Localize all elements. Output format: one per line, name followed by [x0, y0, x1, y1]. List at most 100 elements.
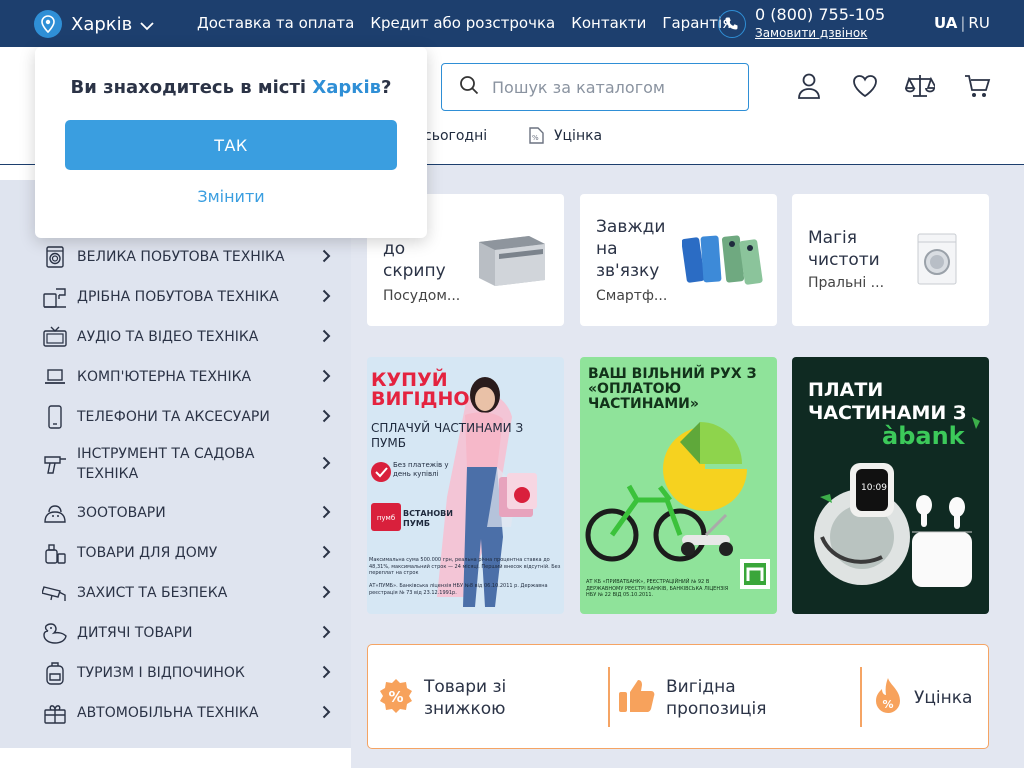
phone-number[interactable]: 0 (800) 755-105	[755, 5, 885, 24]
svg-text:%: %	[388, 688, 403, 706]
category-label: ТОВАРИ ДЛЯ ДОМУ	[77, 545, 218, 561]
category-label: АВТОМОБІЛЬНА ТЕХНІКА	[77, 705, 259, 721]
promo-markdown[interactable]: % Уцінка	[872, 645, 972, 750]
category-label: ЗАХИСТ ТА БЕЗПЕКА	[77, 585, 228, 601]
banner-pumb-sub: СПЛАЧУЙ ЧАСТИНАМИ З ПУМБ	[371, 421, 524, 450]
city-selector[interactable]: Харків	[34, 10, 154, 38]
phone-icon[interactable]	[718, 10, 746, 38]
category-item-security[interactable]: ЗАХИСТ ТА БЕЗПЕКА	[42, 580, 342, 606]
banner-privat-headline: ВАШ ВІЛЬНИЙ РУХ З «ОПЛАТОЮ ЧАСТИНАМИ»	[588, 366, 757, 412]
category-label: КОМП'ЮТЕРНА ТЕХНІКА	[77, 369, 252, 385]
chevron-right-icon	[322, 248, 331, 267]
location-pin-icon	[34, 10, 62, 38]
promo-label: Товари зі знижкою	[424, 676, 507, 719]
heart-icon[interactable]	[851, 72, 879, 104]
banner-pumb[interactable]: КУПУЙ ВИГІДНО СПЛАЧУЙ ЧАСТИНАМИ З ПУМБ Б…	[367, 357, 564, 614]
banner-pumb-fine2: АТ«ПУМБ». Банківська ліцензія НБУ №8 від…	[369, 583, 548, 596]
question-city: Харків	[312, 77, 382, 98]
banner-abank[interactable]: ПЛАТИ ЧАСТИНАМИ З àbank 10:09	[792, 357, 989, 614]
promo-best-offer[interactable]: Вигідна пропозиція	[618, 645, 796, 750]
drill-icon	[42, 451, 68, 477]
category-item-tourism[interactable]: ТУРИЗМ І ВІДПОЧИНОК	[42, 660, 342, 686]
watch-time: 10:09	[861, 483, 887, 493]
card-title: Магія чистоти	[808, 228, 880, 270]
chevron-right-icon	[322, 455, 331, 474]
promo-label: Уцінка	[914, 687, 973, 708]
lang-separator: |	[960, 14, 966, 32]
callback-link[interactable]: Замовити дзвінок	[755, 26, 867, 40]
nav-delivery[interactable]: Доставка та оплата	[197, 14, 354, 32]
promo-divider	[608, 667, 610, 727]
promo-card-smartphones[interactable]: Завжди на зв'язку Смартф...	[580, 194, 777, 326]
tv-icon	[42, 324, 68, 350]
banner-pumb-cta: ВСТАНОВИ ПУМБ	[403, 509, 453, 528]
category-item-large-appliances[interactable]: ВЕЛИКА ПОБУТОВА ТЕХНІКА	[42, 244, 342, 270]
nav-credit[interactable]: Кредит або розстрочка	[370, 14, 555, 32]
home-goods-icon	[42, 540, 68, 566]
banner-abank-headline: ПЛАТИ ЧАСТИНАМИ З	[808, 379, 967, 424]
category-label: АУДІО ТА ВІДЕО ТЕХНІКА	[77, 329, 259, 345]
svg-text:%: %	[532, 134, 539, 142]
car-icon	[42, 700, 68, 726]
svg-text:%: %	[882, 698, 893, 711]
washing-machine-image	[917, 233, 957, 285]
chevron-right-icon	[322, 544, 331, 563]
card-subtitle: Пральні ...	[808, 275, 885, 291]
search-box[interactable]	[441, 63, 749, 111]
language-switcher: UA | RU	[934, 14, 990, 32]
scales-icon[interactable]	[904, 72, 938, 104]
banner-pumb-badge: Без платежів у день купівлі	[393, 461, 449, 478]
search-input[interactable]	[492, 77, 742, 97]
cart-icon[interactable]	[963, 72, 991, 104]
camera-icon	[42, 580, 68, 606]
city-name[interactable]: Харків	[71, 14, 132, 35]
washer-icon	[42, 244, 68, 270]
question-suffix: ?	[381, 77, 392, 98]
flame-percent-icon: %	[872, 677, 904, 719]
category-label: ТУРИЗМ І ВІДПОЧИНОК	[77, 665, 245, 681]
promo-label: Вигідна пропозиція	[666, 676, 767, 719]
category-item-home-goods[interactable]: ТОВАРИ ДЛЯ ДОМУ	[42, 540, 342, 566]
banner-privat-fine: АТ КБ «ПРИВАТБАНК», РЕЄСТРАЦІЙНИЙ № 92 В…	[586, 579, 729, 598]
discount-tag-icon: %	[528, 127, 544, 149]
city-confirm-popup: Ви знаходитесь в місті Харків? ТАК Зміни…	[35, 47, 427, 238]
chevron-right-icon	[322, 584, 331, 603]
card-title: Завжди на зв'язку	[596, 217, 666, 281]
category-item-audio-video[interactable]: АУДІО ТА ВІДЕО ТЕХНІКА	[42, 324, 342, 350]
nav-contacts[interactable]: Контакти	[571, 14, 646, 32]
category-label: ВЕЛИКА ПОБУТОВА ТЕХНІКА	[77, 249, 285, 265]
change-city-link[interactable]: Змінити	[35, 187, 427, 206]
lang-ru[interactable]: RU	[968, 14, 989, 32]
chevron-right-icon	[322, 704, 331, 723]
chevron-right-icon	[322, 624, 331, 643]
promo-divider	[860, 667, 862, 727]
subnav-item-markdown[interactable]: Уцінка	[554, 128, 602, 144]
promo-discounted-goods[interactable]: % Товари зі знижкою	[378, 645, 544, 750]
category-item-phones[interactable]: ТЕЛЕФОНИ ТА АКСЕСУАРИ	[42, 404, 342, 430]
question-prefix: Ви знаходитесь в місті	[70, 77, 313, 98]
category-item-pets[interactable]: ЗООТОВАРИ	[42, 500, 342, 526]
phone-icon	[42, 404, 68, 430]
confirm-city-button[interactable]: ТАК	[65, 120, 397, 170]
thumbs-up-icon	[618, 678, 656, 718]
category-label: ІНСТРУМЕНТ ТА САДОВА ТЕХНІКА	[77, 446, 255, 482]
category-item-small-appliances[interactable]: ДРІБНА ПОБУТОВА ТЕХНІКА	[42, 284, 342, 310]
category-item-kids[interactable]: ДИТЯЧІ ТОВАРИ	[42, 620, 342, 646]
backpack-icon	[42, 660, 68, 686]
card-subtitle: Смартф...	[596, 288, 668, 304]
chevron-right-icon	[322, 504, 331, 523]
search-icon[interactable]	[459, 75, 479, 99]
chevron-right-icon	[322, 328, 331, 347]
category-item-computers[interactable]: КОМП'ЮТЕРНА ТЕХНІКА	[42, 364, 342, 390]
category-label: ДИТЯЧІ ТОВАРИ	[77, 625, 193, 641]
user-icon[interactable]	[797, 72, 821, 104]
category-item-auto[interactable]: АВТОМОБІЛЬНА ТЕХНІКА	[42, 700, 342, 726]
lang-ua[interactable]: UA	[934, 14, 957, 32]
subnav-item-today[interactable]: сьогодні	[424, 128, 487, 144]
banner-pumb-headline: КУПУЙ ВИГІДНО	[371, 369, 470, 410]
pet-icon	[42, 500, 68, 526]
category-item-tools-garden[interactable]: ІНСТРУМЕНТ ТА САДОВА ТЕХНІКА	[42, 444, 342, 484]
promo-card-washers[interactable]: Магія чистоти Пральні ...	[792, 194, 989, 326]
banner-privatbank[interactable]: ВАШ ВІЛЬНИЙ РУХ З «ОПЛАТОЮ ЧАСТИНАМИ» АТ…	[580, 357, 777, 614]
laptop-icon	[42, 364, 68, 390]
